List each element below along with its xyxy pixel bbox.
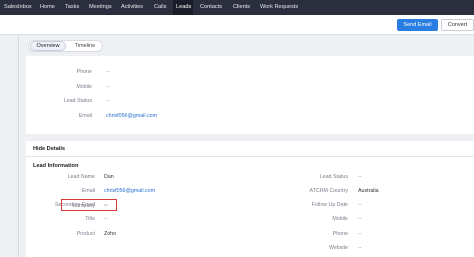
send-email-button[interactable]: Send Email xyxy=(397,19,438,31)
right-lead-status-label: Lead Status xyxy=(319,174,348,180)
convert-button[interactable]: Convert xyxy=(441,19,474,31)
nav-item-clients[interactable]: Clients xyxy=(233,0,250,15)
nav-item-meetings[interactable]: Meetings xyxy=(89,0,112,15)
nav-item-leads[interactable]: Leads xyxy=(173,0,193,15)
tab-timeline[interactable]: Timeline xyxy=(68,41,102,51)
summary-card xyxy=(26,56,474,134)
nav-item-activities[interactable]: Activities xyxy=(121,0,143,15)
tab-overview[interactable]: Overview xyxy=(30,41,66,51)
lead-name-label: Lead Name xyxy=(67,174,95,180)
title-value[interactable]: -- xyxy=(104,216,108,222)
mobile-label: Mobile xyxy=(76,84,92,90)
nav-item-calls[interactable]: Calls xyxy=(154,0,166,15)
top-navigation: SalesInbox Home Tasks Meetings Activitie… xyxy=(0,0,474,15)
website-label: Website xyxy=(328,245,348,251)
product-value[interactable]: Zoho xyxy=(104,231,116,237)
section-divider xyxy=(26,156,474,157)
nav-item-salesinbox[interactable]: SalesInbox xyxy=(4,0,32,15)
atcrm-country-value[interactable]: Australia xyxy=(358,188,379,194)
follow-up-date-value[interactable]: -- xyxy=(358,202,362,208)
right-mobile-label: Mobile xyxy=(332,216,348,222)
lead-status-label: Lead Status xyxy=(63,98,92,104)
title-label: Title xyxy=(85,216,95,222)
phone-value[interactable]: -- xyxy=(106,69,110,75)
product-label: Product xyxy=(76,231,95,237)
left-panel-edge xyxy=(0,35,19,257)
hide-details-toggle[interactable]: Hide Details xyxy=(33,146,65,152)
atcrm-country-label: ATCRM Country xyxy=(309,188,348,194)
right-lead-status-value[interactable]: -- xyxy=(358,174,362,180)
lead-name-value[interactable]: Dan xyxy=(104,174,114,180)
mobile-value[interactable]: -- xyxy=(106,84,110,90)
section-title: Lead Information xyxy=(33,163,79,169)
right-mobile-value[interactable]: -- xyxy=(358,216,362,222)
email-value[interactable]: chrisf056@gmail.com xyxy=(106,113,157,119)
detail-email-label: Email xyxy=(81,188,95,194)
view-tabs: Overview Timeline xyxy=(28,40,103,52)
right-phone-value[interactable]: -- xyxy=(358,231,362,237)
website-value[interactable]: -- xyxy=(358,245,362,251)
nav-item-contacts[interactable]: Contacts xyxy=(200,0,222,15)
company-highlight-box xyxy=(61,199,117,211)
lead-status-value[interactable]: -- xyxy=(106,98,110,104)
detail-email-value[interactable]: chrisf056@gmail.com xyxy=(104,188,155,194)
right-phone-label: Phone xyxy=(332,231,348,237)
phone-label: Phone xyxy=(76,69,92,75)
nav-item-tasks[interactable]: Tasks xyxy=(65,0,79,15)
follow-up-date-label: Follow Up Date xyxy=(311,202,348,208)
nav-item-work-requests[interactable]: Work Requests xyxy=(260,0,298,15)
nav-item-home[interactable]: Home xyxy=(40,0,55,15)
left-panel-divider xyxy=(18,35,19,257)
email-label: Email xyxy=(78,113,92,119)
